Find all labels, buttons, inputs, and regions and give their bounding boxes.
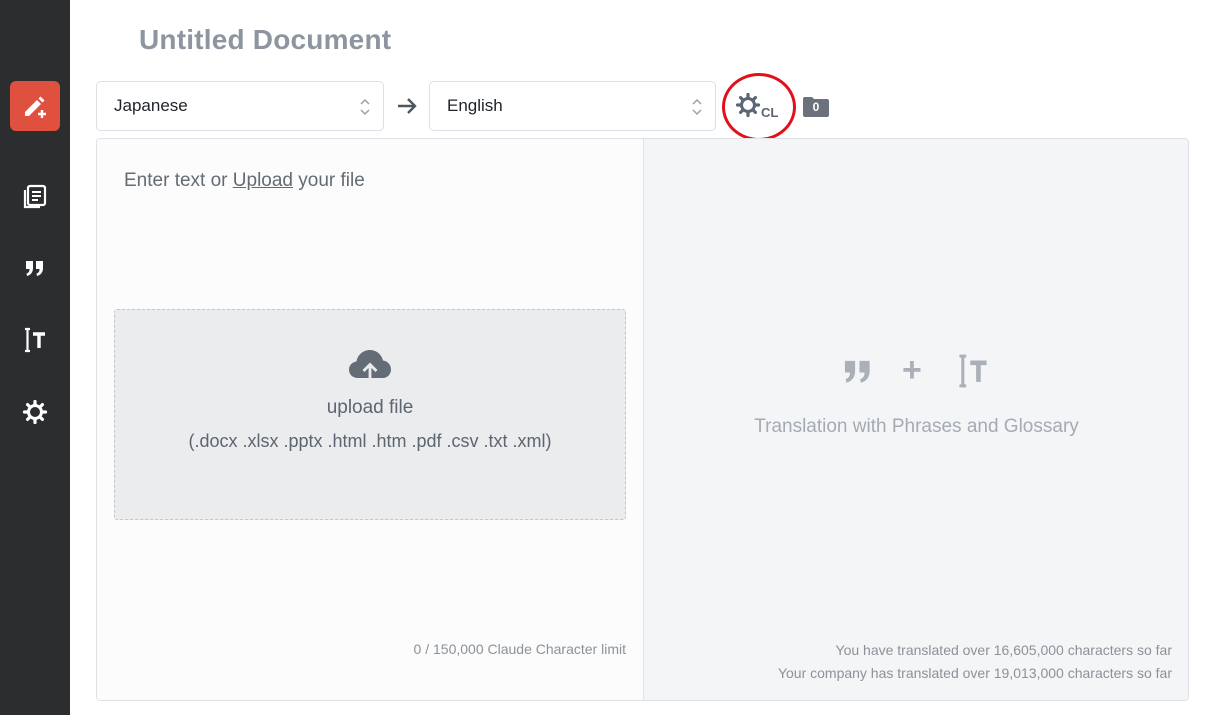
upload-file-types: (.docx .xlsx .pptx .html .htm .pdf .csv …: [188, 431, 552, 451]
page-title[interactable]: Untitled Document: [139, 24, 391, 56]
quote-icon: [26, 261, 43, 276]
sidebar-item-glossary[interactable]: [10, 315, 60, 365]
quote-icon: [844, 360, 870, 383]
source-language-value: Japanese: [114, 96, 188, 115]
target-language-select[interactable]: English: [429, 81, 716, 131]
chevron-up-down-icon: [360, 98, 370, 116]
source-text-area[interactable]: Enter text or Upload your file upload fi…: [97, 139, 644, 700]
source-placeholder: Enter text or Upload your file: [124, 170, 365, 192]
target-language-value: English: [447, 96, 503, 115]
translation-output-area: + Translation with Phrases and Glossary …: [644, 139, 1188, 700]
sidebar-item-phrases[interactable]: [10, 243, 60, 293]
documents-icon: [23, 184, 47, 209]
cloud-upload-icon: [349, 350, 391, 382]
folder-button[interactable]: 0: [803, 96, 829, 117]
company-stats: Your company has translated over 19,013,…: [777, 665, 1172, 681]
character-counter: 0 / 150,000 Claude Character limit: [413, 641, 626, 657]
sidebar-item-new-translation[interactable]: [10, 81, 60, 131]
plus-sign: +: [902, 351, 922, 389]
text-cursor-icon: [25, 327, 45, 353]
user-stats: You have translated over 16,605,000 char…: [835, 642, 1172, 658]
placeholder-suffix: your file: [293, 170, 365, 191]
phrases-glossary-hint-icons: +: [842, 351, 1002, 391]
upload-link[interactable]: Upload: [233, 170, 293, 191]
sidebar-item-documents[interactable]: [10, 171, 60, 221]
phrases-glossary-hint: Translation with Phrases and Glossary: [754, 416, 1079, 437]
upload-dropzone[interactable]: upload file (.docx .xlsx .pptx .html .ht…: [114, 309, 626, 520]
sidebar: [0, 0, 70, 715]
gear-icon: [22, 399, 48, 425]
translation-panel: Enter text or Upload your file upload fi…: [96, 138, 1189, 701]
upload-file-label: upload file: [326, 397, 414, 418]
chevron-up-down-icon: [692, 98, 702, 116]
translation-stats: You have translated over 16,605,000 char…: [778, 639, 1172, 685]
folder-count: 0: [812, 100, 820, 114]
text-cursor-icon: [959, 354, 987, 388]
edit-plus-icon: [25, 96, 46, 118]
arrow-right-icon: [398, 98, 417, 114]
placeholder-prefix: Enter text or: [124, 170, 233, 191]
sidebar-item-settings[interactable]: [10, 387, 60, 437]
highlight-circle: [722, 73, 796, 141]
source-language-select[interactable]: Japanese: [96, 81, 384, 131]
